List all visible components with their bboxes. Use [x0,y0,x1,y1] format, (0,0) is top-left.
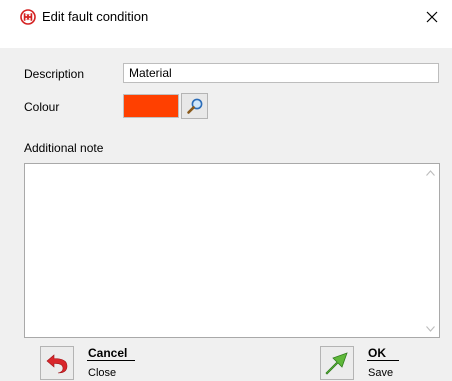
ok-divider [367,360,399,361]
app-logo-icon [20,9,36,25]
edit-fault-dialog: Edit fault condition Description Colour … [0,0,452,381]
arrow-up-right-icon [325,352,348,375]
dialog-body: Description Colour Additional note [0,48,452,341]
note-scrollbar[interactable] [422,164,439,337]
close-button[interactable] [418,4,446,30]
colour-picker-button[interactable] [181,93,208,119]
cancel-icon-box [40,346,74,380]
ok-title: OK [368,346,386,360]
scroll-up-button[interactable] [422,164,439,181]
window-title: Edit fault condition [42,9,149,24]
cancel-subtitle: Close [88,367,117,379]
note-label: Additional note [24,141,104,155]
note-box [24,163,440,338]
dialog-footer: Cancel Close OK Save [0,341,452,381]
title-bar: Edit fault condition [0,0,452,34]
description-label: Description [24,67,85,81]
chevron-up-icon [426,169,435,176]
note-textarea[interactable] [25,164,423,337]
colour-label: Colour [24,100,60,114]
ok-icon-box [320,346,354,380]
close-icon [426,11,438,23]
cancel-title: Cancel [88,346,128,360]
undo-arrow-icon [46,354,68,374]
ok-subtitle: Save [368,367,394,379]
ok-button[interactable]: OK Save [320,341,410,381]
magnifier-icon [186,98,202,114]
scroll-down-button[interactable] [422,320,439,337]
cancel-divider [87,360,135,361]
colour-swatch[interactable] [123,94,179,118]
description-field[interactable] [123,63,439,83]
chevron-down-icon [426,325,435,332]
cancel-button[interactable]: Cancel Close [40,341,140,381]
